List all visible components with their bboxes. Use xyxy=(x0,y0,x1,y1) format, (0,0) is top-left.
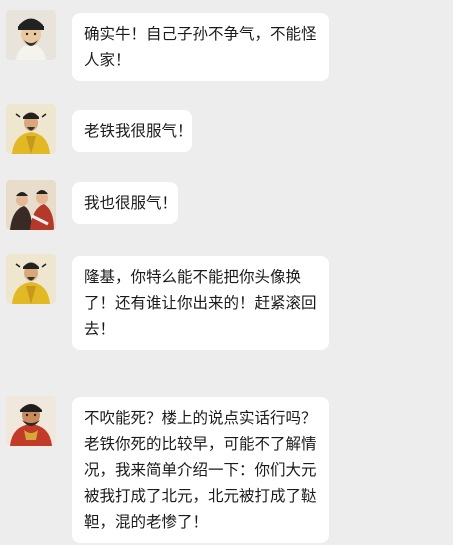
scholar-portrait-icon xyxy=(6,10,56,60)
painting-figures-icon xyxy=(6,180,56,230)
avatar[interactable] xyxy=(6,10,56,60)
message-text: 老铁我很服气！ xyxy=(84,122,193,140)
message-bubble[interactable]: 老铁我很服气！ xyxy=(72,110,193,152)
message-bubble[interactable]: 不吹能死？楼上的说点实话行吗？老铁你死的比较早，可能不了解情况，我来简单介绍一下… xyxy=(72,397,329,543)
emperor-red-robe-icon xyxy=(6,396,56,446)
avatar[interactable] xyxy=(6,180,56,230)
avatar[interactable] xyxy=(6,254,56,304)
message-bubble[interactable]: 确实牛！自己子孙不争气，不能怪人家！ xyxy=(72,13,329,81)
avatar[interactable] xyxy=(6,104,56,154)
message-bubble[interactable]: 隆基，你特么能不能把你头像换了！还有谁让你出来的！赶紧滚回去！ xyxy=(72,256,329,350)
message-text: 不吹能死？楼上的说点实话行吗？老铁你死的比较早，可能不了解情况，我来简单介绍一下… xyxy=(84,409,317,531)
message-text: 我也很服气！ xyxy=(84,194,178,212)
message-text: 确实牛！自己子孙不争气，不能怪人家！ xyxy=(84,25,317,69)
emperor-yellow-robe-icon xyxy=(6,254,56,304)
avatar[interactable] xyxy=(6,396,56,446)
message-text: 隆基，你特么能不能把你头像换了！还有谁让你出来的！赶紧滚回去！ xyxy=(84,268,317,338)
message-bubble[interactable]: 我也很服气！ xyxy=(72,182,178,224)
emperor-yellow-robe-icon xyxy=(6,104,56,154)
